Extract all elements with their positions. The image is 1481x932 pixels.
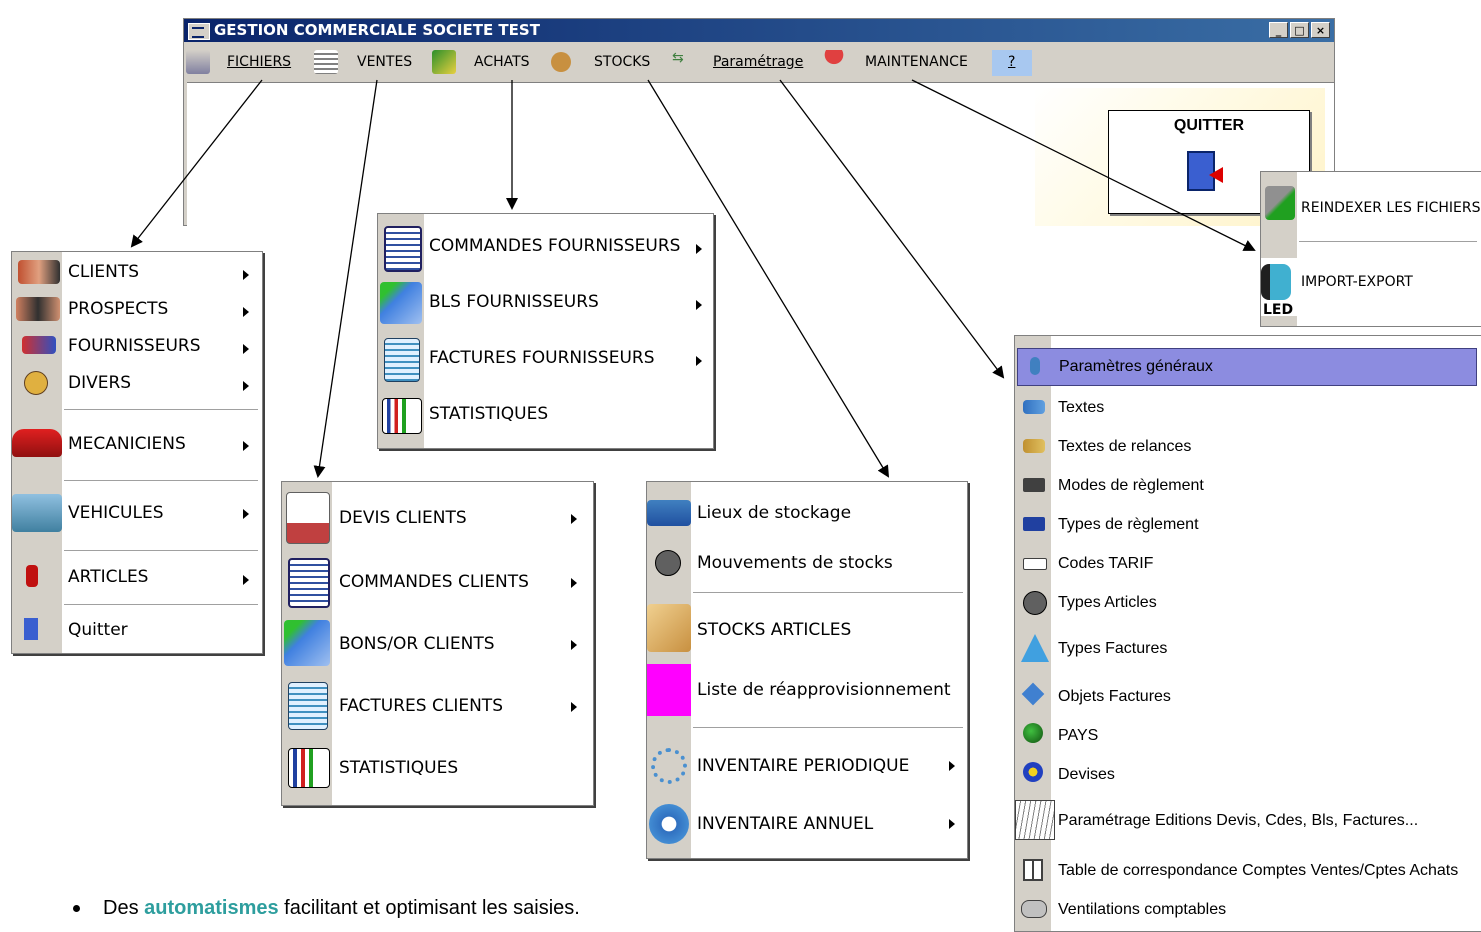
- arrow-stocks: [647, 79, 890, 478]
- arrow-ventes: [313, 79, 378, 478]
- arrow-fichiers: [130, 79, 263, 248]
- connector-arrows: [130, 79, 1256, 478]
- bullet-text: Des automatismes facilitant et optimisan…: [73, 897, 580, 920]
- bullet-keyword: automatismes: [144, 897, 279, 919]
- bullet-icon: [73, 905, 80, 912]
- arrow-parametrage: [779, 79, 1005, 379]
- arrow-maintenance: [911, 79, 1256, 251]
